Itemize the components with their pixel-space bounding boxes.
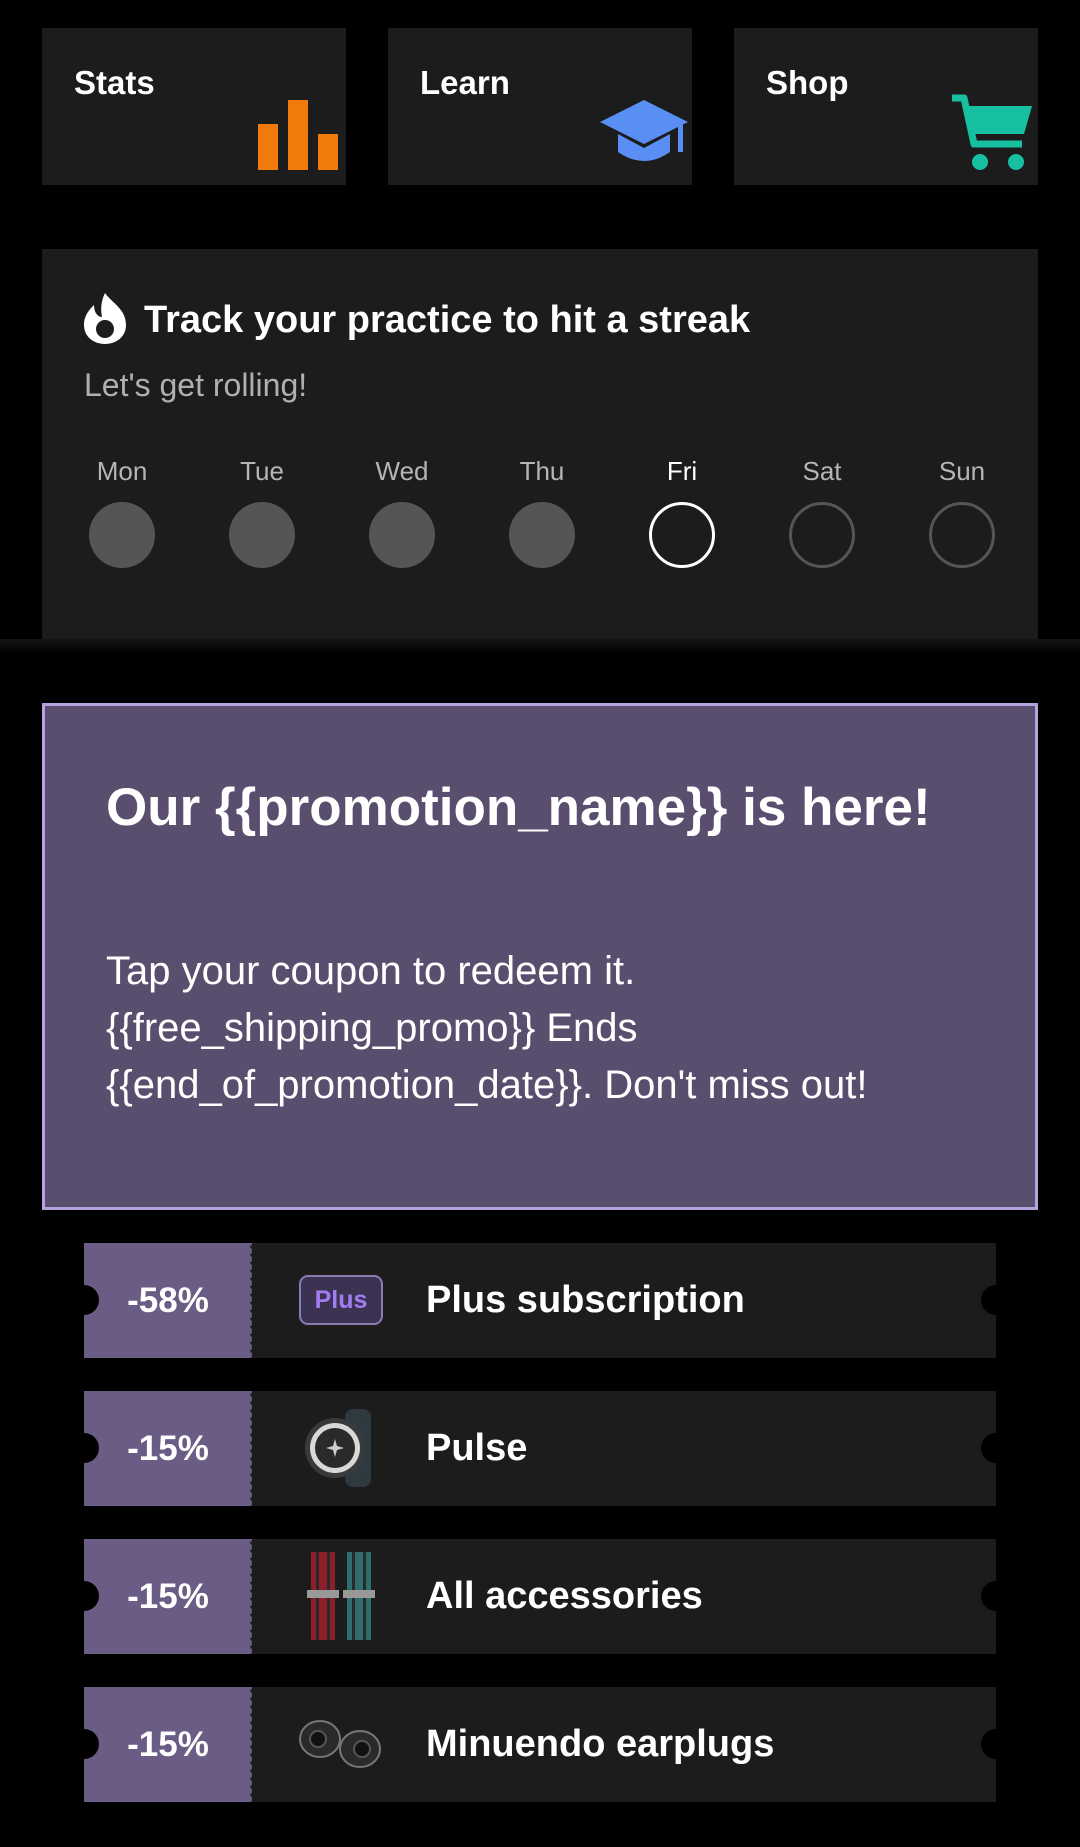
coupon-label: Minuendo earplugs: [426, 1723, 775, 1765]
coupon-notch: [69, 1433, 99, 1463]
promotion-banner: Our {{promotion_name}} is here! Tap your…: [42, 703, 1038, 1210]
shop-tile-label: Shop: [766, 64, 849, 101]
stats-tile-label: Stats: [74, 64, 155, 101]
streak-subtitle: Let's get rolling!: [84, 367, 308, 403]
coupon-notch: [981, 1285, 1011, 1315]
coupon-notch: [981, 1433, 1011, 1463]
plus-badge: Plus: [299, 1275, 383, 1325]
bar-chart-icon: [256, 98, 340, 177]
perforation: [250, 1687, 254, 1802]
discount-badge: -15%: [84, 1687, 252, 1802]
coupon-pulse[interactable]: -15% Pulse: [69, 1391, 1011, 1506]
day-thu: Thu: [492, 454, 592, 568]
day-indicator-future: [929, 502, 995, 568]
shopping-cart-icon: [950, 92, 1034, 179]
coupon-notch: [981, 1581, 1011, 1611]
learn-tile[interactable]: Learn: [388, 28, 692, 185]
flame-icon: [82, 291, 128, 350]
pulse-watch-image: [296, 1403, 386, 1493]
day-label: Sat: [802, 456, 842, 486]
coupon-notch: [69, 1581, 99, 1611]
promotion-body: Tap your coupon to redeem it. {{free_shi…: [106, 949, 868, 1107]
coupon-notch: [981, 1729, 1011, 1759]
day-label: Thu: [519, 456, 565, 486]
perforation: [250, 1243, 254, 1358]
day-sun: Sun: [912, 454, 1012, 568]
learn-tile-label: Learn: [420, 64, 510, 101]
day-indicator-done: [229, 502, 295, 568]
day-indicator-done: [509, 502, 575, 568]
day-sat: Sat: [772, 454, 872, 568]
day-fri: Fri: [632, 454, 732, 568]
promotion-title: Our {{promotion_name}} is here!: [106, 778, 931, 837]
coupon-all-accessories[interactable]: -15% All accessories: [69, 1539, 1011, 1654]
coupon-label: Plus subscription: [426, 1279, 745, 1321]
plus-badge-icon: Plus: [296, 1255, 386, 1345]
coupon-label: All accessories: [426, 1575, 703, 1617]
discount-badge: -58%: [84, 1243, 252, 1358]
day-label: Wed: [375, 456, 429, 486]
day-label: Fri: [666, 456, 698, 486]
discount-badge: -15%: [84, 1539, 252, 1654]
streak-title: Track your practice to hit a streak: [144, 299, 751, 341]
stats-tile[interactable]: Stats: [42, 28, 346, 185]
day-label: Mon: [96, 456, 148, 486]
day-label: Tue: [240, 456, 284, 486]
section-divider: [0, 639, 1080, 653]
streak-card[interactable]: Track your practice to hit a streak Let'…: [42, 249, 1038, 639]
coupon-plus-subscription[interactable]: -58% Plus Plus subscription: [69, 1243, 1011, 1358]
day-indicator-done: [369, 502, 435, 568]
coupon-notch: [69, 1285, 99, 1315]
graduation-cap-icon: [598, 96, 690, 175]
day-mon: Mon: [72, 454, 172, 568]
discount-badge: -15%: [84, 1391, 252, 1506]
perforation: [250, 1391, 254, 1506]
shop-tile[interactable]: Shop: [734, 28, 1038, 185]
perforation: [250, 1539, 254, 1654]
coupon-label: Pulse: [426, 1427, 528, 1469]
day-indicator-done: [89, 502, 155, 568]
coupon-minuendo-earplugs[interactable]: -15% Minuendo earplugs: [69, 1687, 1011, 1802]
earplugs-image: [296, 1699, 386, 1789]
day-label: Sun: [938, 456, 986, 486]
day-wed: Wed: [352, 454, 452, 568]
coupon-notch: [69, 1729, 99, 1759]
day-tue: Tue: [212, 454, 312, 568]
straps-image: [296, 1551, 386, 1641]
day-indicator-future: [789, 502, 855, 568]
day-indicator-current: [649, 502, 715, 568]
